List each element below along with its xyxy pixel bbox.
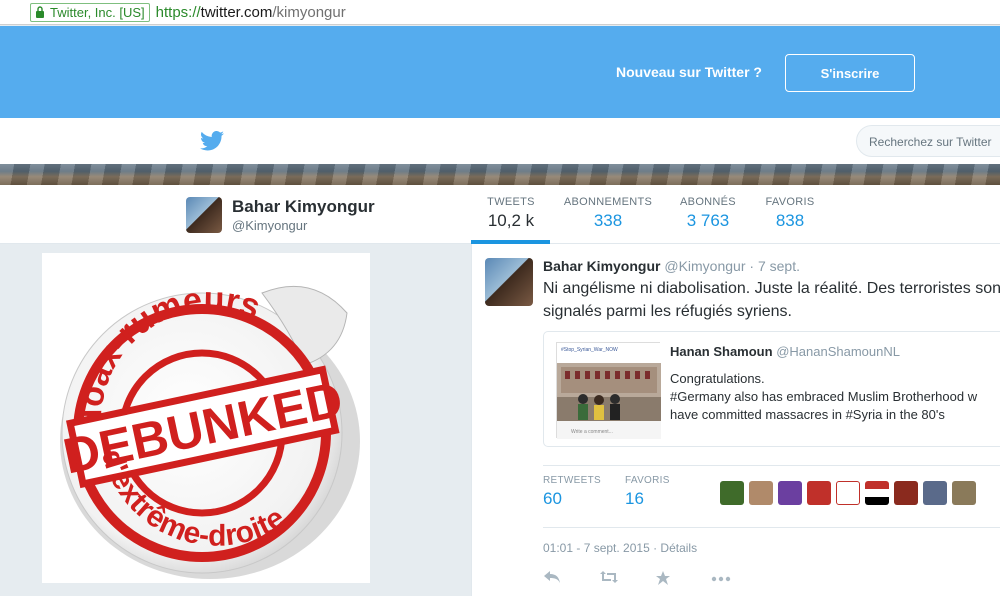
thumb-comment: Write a comment... [571, 429, 613, 435]
quoted-tweet[interactable]: #Stop_Syrian_War_NOW Write a comment... … [543, 331, 1000, 447]
fav-user-avatar[interactable] [865, 481, 889, 505]
tweet-header: Bahar Kimyongur @Kimyongur · 7 sept. [543, 258, 800, 274]
tweet-actions [543, 570, 767, 586]
stat-label: FAVORIS [765, 196, 815, 208]
new-to-twitter-text: Nouveau sur Twitter ? [616, 64, 762, 80]
thumb-caption: #Stop_Syrian_War_NOW [561, 347, 618, 353]
fav-user-avatar[interactable] [894, 481, 918, 505]
retweets-value: 60 [543, 489, 562, 508]
debunked-sticker-image: Hoax-rumeurs DEBUNKED d'extrême-droite [42, 253, 370, 583]
retweet-count[interactable]: RETWEETS 60 [543, 475, 601, 509]
tweet-card[interactable]: Bahar Kimyongur @Kimyongur · 7 sept. Ni … [471, 244, 1000, 596]
url-text[interactable]: https://twitter.com/kimyongur [156, 4, 346, 21]
debunked-sticker-graphic: Hoax-rumeurs DEBUNKED d'extrême-droite [59, 280, 360, 579]
fav-user-avatar[interactable] [952, 481, 976, 505]
fav-user-avatar[interactable] [749, 481, 773, 505]
stat-label: TWEETS [487, 196, 535, 208]
url-host: twitter.com [200, 3, 273, 21]
stat-value: 3 763 [686, 211, 730, 230]
quoted-text-line: have committed massacres in #Syria in th… [670, 407, 945, 422]
avatar[interactable] [186, 197, 222, 233]
address-bar[interactable]: Twitter, Inc. [US] https://twitter.com/k… [0, 0, 1000, 25]
reply-icon[interactable] [543, 570, 563, 586]
quoted-thumbnail-graphic: #Stop_Syrian_War_NOW Write a comment... [557, 343, 661, 439]
stat-favorites[interactable]: FAVORIS 838 [760, 196, 820, 231]
quoted-tweet-thumbnail[interactable]: #Stop_Syrian_War_NOW Write a comment... [556, 342, 661, 439]
favorites-value: 16 [625, 489, 644, 508]
signup-button[interactable]: S'inscrire [785, 54, 915, 92]
header-image [0, 164, 1000, 185]
stat-value: 338 [593, 211, 623, 230]
twitter-bird-icon[interactable] [200, 131, 224, 151]
lock-icon [36, 6, 44, 18]
tweet-text-line: signalés parmi les réfugiés syriens. [543, 303, 792, 320]
tweet-date[interactable]: · 7 sept. [749, 258, 800, 274]
fav-user-avatar[interactable] [923, 481, 947, 505]
ev-label: Twitter, Inc. [US] [50, 4, 145, 20]
stat-followers[interactable]: ABONNÉS 3 763 [676, 196, 740, 231]
favorite-star-icon[interactable] [655, 570, 675, 586]
tweet-text-line: Ni angélisme ni diabolisation. Juste la … [543, 280, 1000, 297]
profile-handle[interactable]: @Kimyongur [232, 218, 307, 233]
quoted-author-handle: @HananShamounNL [776, 344, 900, 359]
top-navigation: Recherchez sur Twitter [0, 118, 1000, 164]
quoted-author-name: Hanan Shamoun [670, 344, 773, 359]
fav-user-avatar[interactable] [836, 481, 860, 505]
profile-name[interactable]: Bahar Kimyongur [232, 197, 375, 217]
tweet-text: Ni angélisme ni diabolisation. Juste la … [543, 277, 1000, 323]
favoriting-users [720, 481, 981, 505]
stat-following[interactable]: ABONNEMENTS 338 [560, 196, 656, 231]
fav-user-avatar[interactable] [778, 481, 802, 505]
tweet-timestamp[interactable]: 01:01 - 7 sept. 2015 · Détails [543, 541, 697, 555]
url-scheme: https:// [155, 3, 201, 21]
profile-nav: Bahar Kimyongur @Kimyongur TWEETS 10,2 k… [0, 185, 1000, 244]
divider [543, 465, 1000, 466]
fav-user-avatar[interactable] [720, 481, 744, 505]
retweets-label: RETWEETS [543, 475, 601, 486]
tweet-avatar[interactable] [485, 258, 533, 306]
more-options-icon[interactable] [711, 570, 731, 586]
divider [543, 527, 1000, 528]
favorites-label: FAVORIS [625, 475, 670, 486]
search-input[interactable]: Recherchez sur Twitter [856, 125, 1000, 157]
stat-value: 838 [775, 211, 805, 230]
quoted-text-line: Congratulations. [670, 371, 765, 386]
tweet-author-handle[interactable]: @Kimyongur [664, 258, 745, 274]
url-path: /kimyongur [272, 3, 346, 21]
ev-certificate-badge[interactable]: Twitter, Inc. [US] [30, 2, 150, 22]
stat-tweets[interactable]: TWEETS 10,2 k [480, 196, 542, 231]
stat-label: ABONNEMENTS [563, 196, 653, 208]
tweet-author-name[interactable]: Bahar Kimyongur [543, 258, 660, 274]
quoted-author[interactable]: Hanan Shamoun @HananShamounNL [670, 344, 900, 359]
fav-user-avatar[interactable] [807, 481, 831, 505]
stat-label: ABONNÉS [680, 196, 736, 208]
quoted-text: Congratulations. #Germany also has embra… [670, 370, 1000, 424]
quoted-text-line: #Germany also has embraced Muslim Brothe… [670, 389, 978, 404]
favorite-count[interactable]: FAVORIS 16 [625, 475, 670, 509]
retweet-icon[interactable] [599, 570, 619, 586]
stat-value: 10,2 k [487, 211, 535, 230]
signup-banner: Nouveau sur Twitter ? S'inscrire [0, 26, 1000, 118]
